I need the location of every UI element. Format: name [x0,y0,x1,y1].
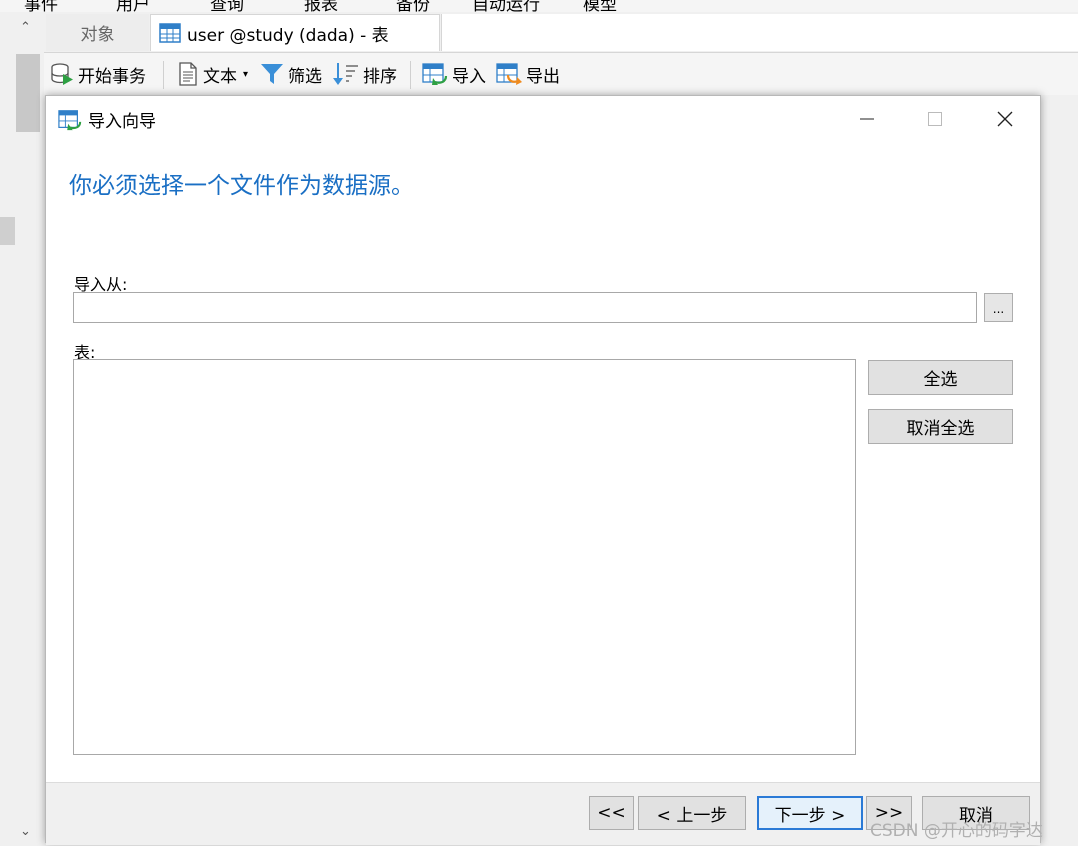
table-list[interactable] [73,359,856,755]
maximize-icon [928,112,942,126]
object-panel-scrollbar: ⌃ ⌄ [0,12,44,846]
toolbar-separator [163,61,164,89]
import-label: 导入 [452,66,486,87]
chevron-up-icon[interactable]: ⌃ [20,20,31,35]
sort-icon [333,63,358,85]
table-icon [159,23,181,43]
vertical-scrollbar[interactable] [16,12,40,846]
tab-objects[interactable]: 对象 [46,14,149,51]
sort-label: 排序 [363,66,397,87]
scrollbar-thumb[interactable] [16,54,40,132]
menu-item-users[interactable]: 用户 [116,0,150,12]
menu-item-events[interactable]: 事件 [24,0,58,12]
minimize-icon [860,118,874,120]
chevron-down-icon[interactable]: ⌄ [20,824,31,839]
panel-splitter[interactable] [0,217,15,245]
close-icon [997,111,1013,127]
toolbar-separator [410,61,411,89]
table-import-icon [422,63,448,85]
sort-button[interactable]: 排序 [333,59,397,89]
menu-item-reports[interactable]: 报表 [304,0,338,12]
text-button[interactable]: 文本 ▾ [177,59,248,89]
begin-transaction-button[interactable]: 开始事务 [50,59,146,89]
filter-icon [261,64,283,84]
menu-item-backup[interactable]: 备份 [396,0,430,12]
table-export-icon [496,63,522,85]
filter-button[interactable]: 筛选 [260,59,322,89]
watermark: CSDN @开心的码字达 [870,821,1043,841]
menu-item-automation[interactable]: 自动运行 [472,0,540,12]
next-step-button[interactable]: 下一步 > [757,796,863,830]
menubar: 事件 用户 查询 报表 备份 自动运行 模型 [0,0,1078,12]
tab-objects-label: 对象 [80,25,115,45]
import-wizard-dialog: 导入向导 你必须选择一个文件作为数据源。 导入从: ... 表: 全选 取消全选… [45,95,1041,845]
first-step-button[interactable]: << [589,796,634,830]
text-label: 文本 [203,66,237,87]
browse-button[interactable]: ... [984,293,1013,322]
previous-step-button[interactable]: < 上一步 [638,796,746,830]
table-import-icon [58,110,82,131]
select-all-button[interactable]: 全选 [868,360,1013,395]
close-button[interactable] [982,104,1028,134]
menu-item-queries[interactable]: 查询 [210,0,244,12]
wizard-heading: 你必须选择一个文件作为数据源。 [69,173,414,199]
tab-user-table-label: user @study (dada) - 表 [187,25,389,46]
maximize-button[interactable] [912,104,958,134]
dialog-title: 导入向导 [88,112,156,132]
import-from-input[interactable] [73,292,977,323]
tab-bar: 对象 user @study (dada) - 表 [44,12,1078,53]
deselect-all-button[interactable]: 取消全选 [868,409,1013,444]
export-button[interactable]: 导出 [496,59,560,89]
toolbar: 开始事务 文本 ▾ 筛选 排序 导入 导出 [44,53,1078,95]
export-label: 导出 [526,66,560,87]
database-transaction-icon [51,63,73,85]
dropdown-arrow-icon[interactable]: ▾ [243,69,248,80]
import-button[interactable]: 导入 [422,59,486,89]
tab-user-table[interactable]: user @study (dada) - 表 [150,14,440,51]
begin-transaction-label: 开始事务 [78,66,146,87]
menu-item-models[interactable]: 模型 [583,0,617,12]
dialog-titlebar[interactable]: 导入向导 [46,96,1040,140]
document-text-icon [179,62,197,86]
filter-label: 筛选 [288,66,322,87]
tab-bar-empty [441,14,1078,51]
minimize-button[interactable] [844,104,890,134]
